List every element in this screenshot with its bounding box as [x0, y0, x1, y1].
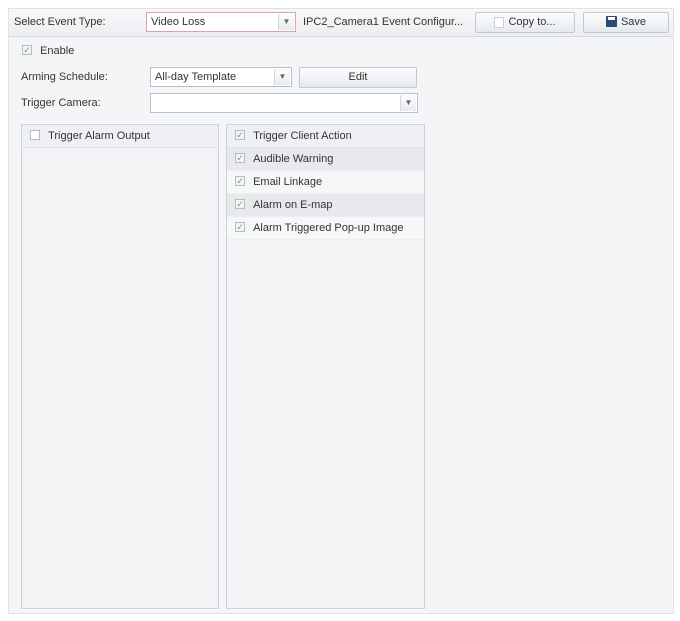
list-item-label: Alarm Triggered Pop-up Image	[253, 222, 404, 234]
client-action-label: Trigger Client Action	[253, 130, 352, 142]
event-type-label: Select Event Type:	[14, 16, 106, 28]
list-item-label: Audible Warning	[253, 153, 334, 165]
enable-label: Enable	[40, 45, 75, 57]
edit-button[interactable]: Edit	[299, 67, 417, 88]
list-item-label: Email Linkage	[253, 176, 323, 188]
list-item[interactable]: ✓ Email Linkage	[227, 171, 424, 194]
event-type-select[interactable]: Video Loss ▼	[146, 12, 296, 32]
copy-to-label: Copy to...	[508, 16, 556, 28]
client-action-header[interactable]: ✓ Trigger Client Action	[227, 125, 424, 148]
event-type-value: Video Loss	[151, 16, 206, 28]
chevron-down-icon[interactable]: ▼	[278, 14, 294, 30]
email-linkage-checkbox[interactable]: ✓	[235, 176, 245, 187]
popup-image-checkbox[interactable]: ✓	[235, 222, 245, 233]
trigger-camera-label: Trigger Camera:	[21, 97, 101, 109]
toolbar: Select Event Type: Video Loss ▼ IPC2_Cam…	[9, 9, 673, 37]
copy-icon	[494, 16, 505, 28]
list-item[interactable]: ✓ Alarm on E-map	[227, 194, 424, 217]
arming-schedule-select[interactable]: All-day Template ▼	[150, 67, 292, 87]
chevron-down-icon[interactable]: ▼	[400, 95, 416, 111]
chevron-down-icon[interactable]: ▼	[274, 69, 290, 85]
trigger-camera-select[interactable]: ▼	[150, 93, 418, 113]
save-label: Save	[620, 16, 647, 28]
enable-checkbox[interactable]: ✓	[22, 45, 32, 56]
config-title: IPC2_Camera1 Event Configur...	[303, 16, 464, 28]
event-config-panel: Select Event Type: Video Loss ▼ IPC2_Cam…	[8, 8, 674, 614]
alarm-output-panel: Trigger Alarm Output	[21, 124, 219, 609]
client-action-panel: ✓ Trigger Client Action ✓ Audible Warnin…	[226, 124, 425, 609]
enable-row[interactable]: ✓ Enable	[22, 45, 74, 57]
alarm-output-checkbox[interactable]	[30, 130, 40, 141]
list-item[interactable]: ✓ Alarm Triggered Pop-up Image	[227, 217, 424, 240]
client-action-checkbox[interactable]: ✓	[235, 130, 245, 141]
alarm-output-header[interactable]: Trigger Alarm Output	[22, 125, 218, 148]
save-icon	[605, 15, 617, 27]
list-item-label: Alarm on E-map	[253, 199, 333, 211]
arming-schedule-value: All-day Template	[155, 71, 237, 83]
arming-schedule-label: Arming Schedule:	[21, 71, 108, 83]
alarm-output-label: Trigger Alarm Output	[48, 130, 150, 142]
copy-to-button[interactable]: Copy to...	[475, 12, 575, 33]
save-button[interactable]: Save	[583, 12, 669, 33]
alarm-on-emap-checkbox[interactable]: ✓	[235, 199, 245, 210]
audible-warning-checkbox[interactable]: ✓	[235, 153, 245, 164]
list-item[interactable]: ✓ Audible Warning	[227, 148, 424, 171]
